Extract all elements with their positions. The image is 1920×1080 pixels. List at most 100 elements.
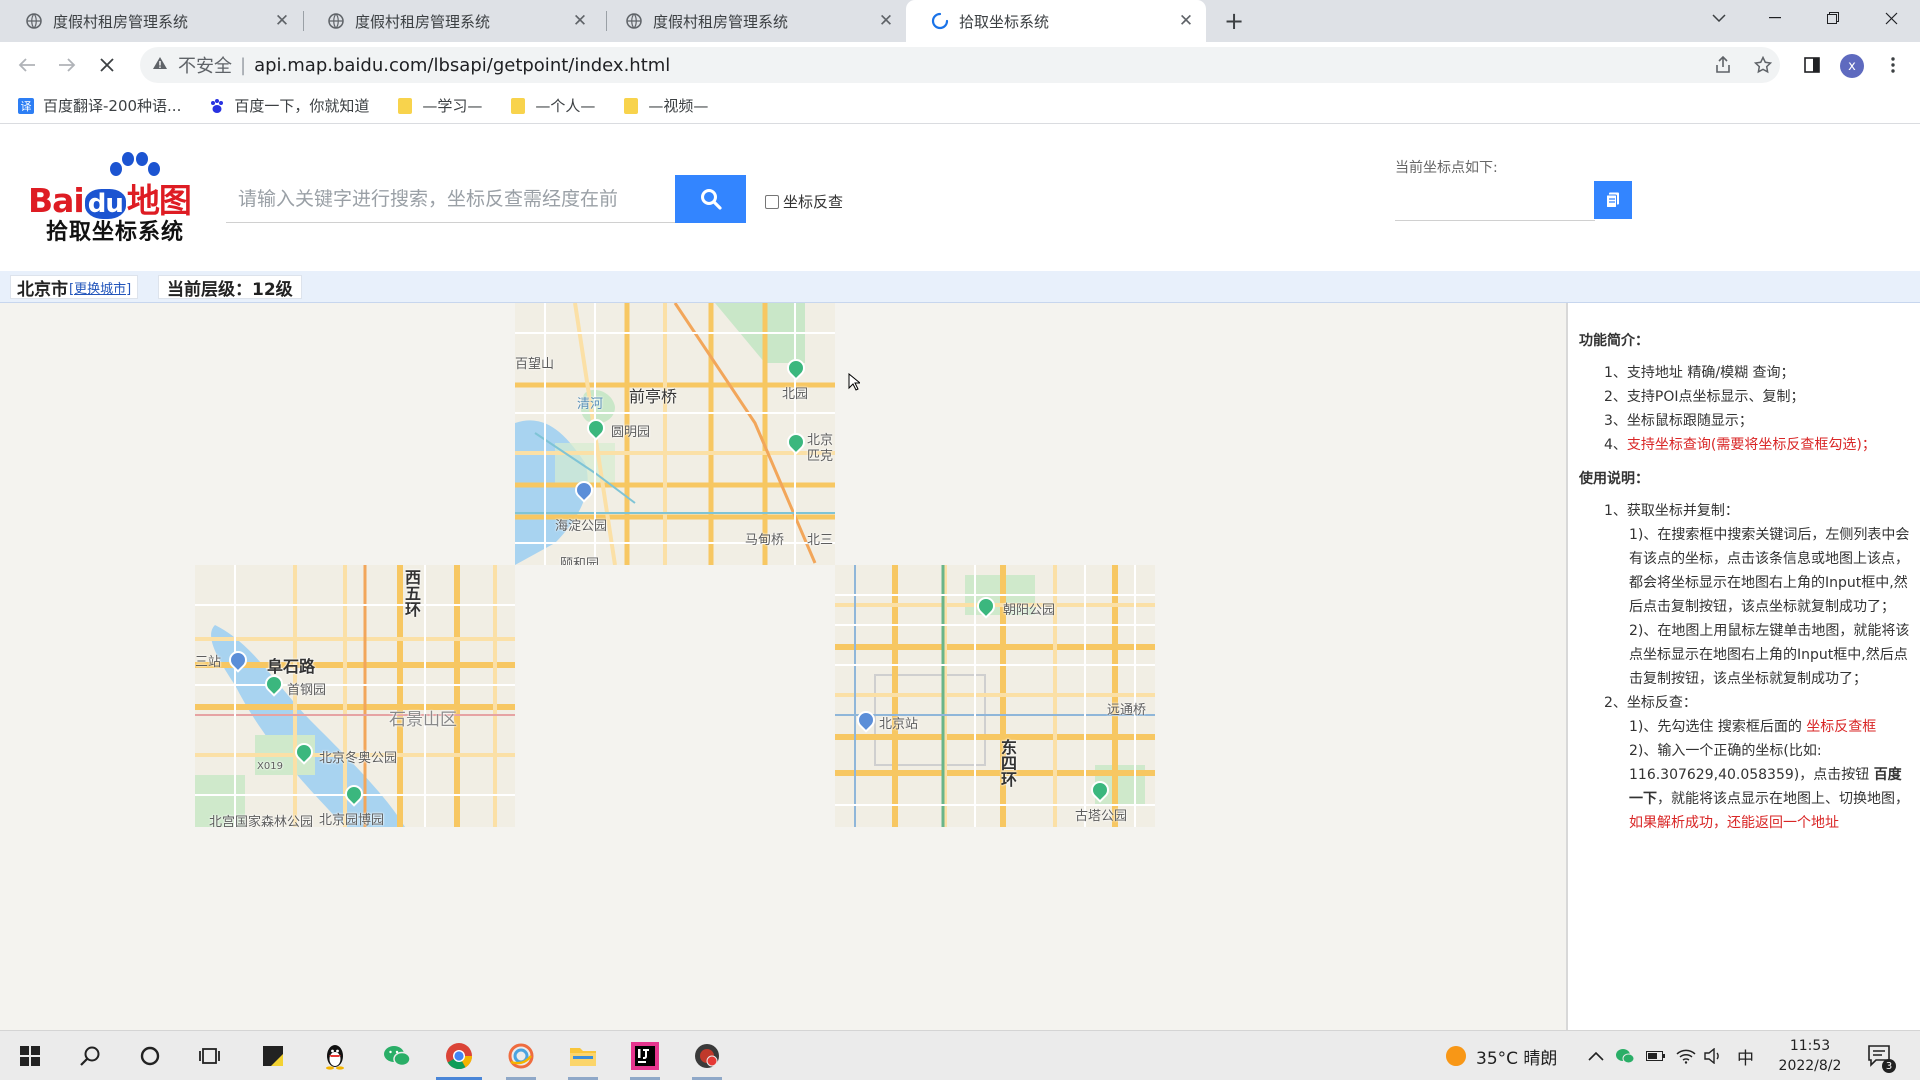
bookmark-baidu-translate[interactable]: 译 百度翻译-200种语... — [18, 95, 181, 116]
map-label: 远通桥 — [1107, 703, 1147, 718]
profile-avatar[interactable]: x — [1840, 54, 1864, 78]
tab-2[interactable]: 度假村租房管理系统 ✕ — [302, 0, 600, 42]
usage-subitem: 1)、在搜索框中搜索关键词后，左侧列表中会有该点的坐标，点击该条信息或地图上该点… — [1629, 527, 1910, 615]
bookmark-star-icon[interactable] — [1748, 50, 1778, 80]
bookmark-label: —学习— — [422, 97, 483, 115]
tab-close-icon[interactable]: ✕ — [568, 9, 592, 33]
logo-subtitle: 拾取坐标系统 — [46, 220, 185, 245]
tab-close-icon[interactable]: ✕ — [1174, 9, 1198, 33]
checkbox-box[interactable] — [765, 194, 779, 209]
battery-icon[interactable] — [1646, 1031, 1666, 1080]
map-label: 三站 — [195, 655, 222, 670]
ime-indicator[interactable]: 中 — [1737, 1031, 1754, 1080]
zoom-level: 当前层级：12级 — [158, 275, 302, 300]
tab-close-icon[interactable]: ✕ — [874, 9, 898, 33]
wifi-icon[interactable] — [1676, 1031, 1696, 1080]
file-explorer-icon[interactable] — [558, 1031, 608, 1080]
globe-icon — [625, 12, 643, 30]
tab-close-icon[interactable]: ✕ — [270, 9, 294, 33]
browser-tabstrip: 度假村租房管理系统 ✕ 度假村租房管理系统 ✕ 度假村租房管理系统 ✕ 拾取坐标… — [0, 0, 1920, 42]
qq-penguin-icon[interactable] — [310, 1031, 360, 1080]
copy-button[interactable] — [1594, 181, 1632, 219]
coord-input[interactable] — [1395, 181, 1595, 221]
intellij-idea-icon[interactable] — [620, 1031, 670, 1080]
address-bar[interactable]: 不安全 | api.map.baidu.com/lbsapi/getpoint/… — [140, 47, 1780, 83]
map-label: 前亭桥 — [629, 387, 678, 406]
map-label: 北园 — [782, 387, 809, 402]
reverse-lookup-checkbox[interactable]: 坐标反查 — [765, 191, 843, 212]
tray-overflow-chevron-icon[interactable] — [1588, 1031, 1604, 1080]
globe-icon — [25, 12, 43, 30]
baidu-paw-icon — [209, 98, 225, 114]
usage-item: 2、坐标反查： — [1604, 695, 1697, 711]
map-label: 清河 — [577, 397, 604, 412]
map-label: 阜石路 — [267, 657, 316, 676]
screen-recorder-icon[interactable] — [682, 1031, 732, 1080]
intro-title: 功能简介： — [1579, 333, 1649, 349]
usage-text: 1)、先勾选住 搜索框后面的 — [1629, 719, 1807, 735]
loading-spinner-icon — [931, 12, 949, 30]
clock-time: 11:53 — [1789, 1038, 1831, 1054]
usage-subitem: 2)、输入一个正确的坐标(比如: 116.307629,40.058359)，点… — [1579, 739, 1912, 835]
weather-text: 35°C 晴朗 — [1476, 1048, 1558, 1069]
bookmark-folder-personal[interactable]: —个人— — [510, 95, 595, 116]
volume-icon[interactable] — [1704, 1031, 1724, 1080]
tab-1[interactable]: 度假村租房管理系统 ✕ — [0, 0, 302, 42]
notification-badge: 3 — [1882, 1059, 1896, 1073]
stop-loading-icon[interactable] — [92, 50, 122, 80]
forward-arrow-icon[interactable] — [52, 50, 82, 80]
search-button[interactable] — [675, 175, 746, 223]
usage-text: ，就能将该点显示在地图上、切换地图， — [1657, 791, 1909, 807]
sticky-notes-icon[interactable] — [248, 1031, 298, 1080]
share-icon[interactable] — [1708, 50, 1738, 80]
windows-start-icon[interactable] — [5, 1031, 55, 1080]
wechat-icon[interactable] — [372, 1031, 422, 1080]
map-label: 颐和园 — [560, 557, 600, 565]
reverse-lookup-label: 坐标反查 — [783, 193, 844, 211]
back-arrow-icon[interactable] — [12, 50, 42, 80]
wechat-tray-icon[interactable] — [1615, 1031, 1635, 1080]
folder-icon — [510, 97, 526, 114]
map-tile-left: 西五环 阜石路 三站 首钢园 石景山区 北京冬奥公园 北京园博园 北宫国家森林公… — [195, 565, 515, 827]
url-text[interactable]: api.map.baidu.com/lbsapi/getpoint/index.… — [254, 55, 670, 76]
search-input[interactable] — [226, 175, 676, 222]
translate-icon: 译 — [18, 97, 34, 114]
bookmark-folder-video[interactable]: —视频— — [623, 95, 708, 116]
map-label: X019 — [257, 761, 283, 772]
tab-search-chevron-icon[interactable] — [1696, 0, 1742, 36]
bookmark-baidu[interactable]: 百度一下，你就知道 — [209, 95, 369, 116]
change-city-link[interactable]: [更换城市] — [69, 278, 131, 297]
chrome-icon[interactable] — [434, 1031, 484, 1080]
windows-taskbar: 35°C 晴朗 中 11:53 2022/8/2 3 — [0, 1030, 1920, 1080]
intro-item: 4、支持坐标查询(需要将坐标反查框勾选)； — [1579, 433, 1912, 457]
usage-subitem: 2)、在地图上用鼠标左键单击地图，就能将该点坐标显示在地图右上角的Input框中… — [1629, 623, 1910, 687]
tab-3[interactable]: 度假村租房管理系统 ✕ — [600, 0, 906, 42]
side-panel-icon[interactable] — [1797, 50, 1827, 80]
map-label: 北京冬奥公园 — [319, 751, 398, 766]
minimize-icon[interactable] — [1752, 0, 1798, 36]
warning-triangle-icon[interactable] — [152, 56, 168, 74]
cortana-icon[interactable] — [125, 1031, 175, 1080]
browser-app-icon[interactable] — [496, 1031, 546, 1080]
intro-item: 3、坐标鼠标跟随显示； — [1604, 413, 1753, 429]
map-label: 古塔公园 — [1075, 809, 1128, 824]
notification-center-icon[interactable]: 3 — [1868, 1031, 1896, 1080]
city-level-bar: 北京市 [更换城市] 当前层级：12级 — [0, 271, 1920, 303]
map-canvas[interactable]: 百望山 清河 圆明园 前亭桥 北园 北京 匹克 海淀公园 马甸桥 北三 颐和园 … — [0, 303, 1568, 1030]
map-label: 圆明园 — [611, 425, 651, 440]
intro-item-red: 支持坐标查询(需要将坐标反查框勾选)； — [1626, 437, 1876, 453]
task-view-icon[interactable] — [185, 1031, 235, 1080]
more-menu-icon[interactable] — [1878, 50, 1908, 80]
map-label: 百望山 — [515, 357, 555, 372]
restore-icon[interactable] — [1810, 0, 1856, 36]
tab-4-active[interactable]: 拾取坐标系统 ✕ — [906, 0, 1206, 42]
bookmark-folder-study[interactable]: —学习— — [397, 95, 482, 116]
bookmark-label: 百度一下，你就知道 — [234, 97, 370, 115]
system-clock[interactable]: 11:53 2022/8/2 — [1770, 1036, 1850, 1076]
baidu-map-logo[interactable]: Bai du 地图 拾取坐标系统 — [28, 152, 208, 252]
close-window-icon[interactable] — [1868, 0, 1914, 36]
intro-item: 2、支持POI点坐标显示、复制； — [1604, 389, 1805, 405]
weather-widget[interactable]: 35°C 晴朗 — [1444, 1031, 1557, 1080]
search-icon[interactable] — [65, 1031, 115, 1080]
new-tab-button[interactable]: + — [1220, 7, 1248, 35]
